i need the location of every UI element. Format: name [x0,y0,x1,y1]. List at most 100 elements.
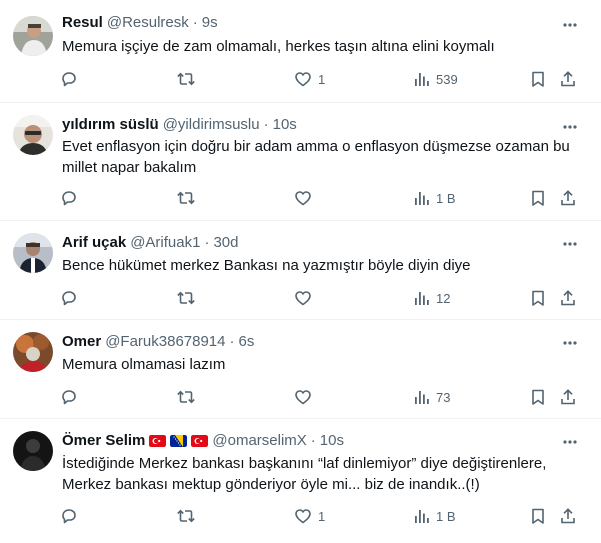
tweet-text: Bence hükümet merkez Bankası na yazmıştı… [62,255,587,276]
tweet-text: Memura olmamasi lazım [62,354,587,375]
tweet-text: Evet enflasyon için doğru bir adam amma … [62,136,587,178]
tweet-actions: 1 B [0,188,601,208]
share-icon [561,508,575,524]
tweet-item[interactable]: Arif uçak @Arifuak1 · 30d Bence hükümet … [0,221,601,320]
like-button[interactable] [294,188,318,208]
like-count: 1 [318,508,326,524]
bookmark-icon [532,508,544,524]
share-button[interactable] [559,69,577,89]
avatar[interactable] [13,16,53,56]
share-icon [561,190,575,206]
timestamp[interactable]: 10s [273,115,297,135]
more-dots-icon [563,242,577,246]
author-name[interactable]: Ömer Selim [62,431,145,451]
tweet-item[interactable]: Resul @Resulresk · 9s Memura işçiye de z… [0,0,601,103]
share-button[interactable] [559,188,577,208]
reply-button[interactable] [60,506,78,526]
retweet-button[interactable] [176,69,196,89]
tweet-text-line: Evet enflasyon için doğru bir adam amma … [62,138,570,155]
share-button[interactable] [559,288,577,308]
retweet-icon [177,291,195,305]
retweet-icon [177,191,195,205]
like-button[interactable] [294,387,318,407]
tweet-item[interactable]: Ömer Selim @omarselimX · 10s İstediğinde… [0,419,601,543]
views-button[interactable]: 73 [412,387,450,407]
heart-icon [295,191,311,206]
share-icon [561,71,575,87]
avatar-photo [13,332,53,372]
tweet-actions: 12 [0,288,601,308]
bookmark-button[interactable] [529,387,547,407]
heart-icon [295,72,311,87]
reply-icon [62,390,76,405]
view-count: 73 [436,389,451,405]
bookmark-button[interactable] [529,188,547,208]
bookmark-button[interactable] [529,288,547,308]
tweet-text: İstediğinde Merkez bankası başkanını “la… [62,453,587,495]
views-button[interactable]: 12 [412,288,450,308]
more-options-button[interactable] [560,234,580,254]
retweet-icon [177,509,195,523]
reply-button[interactable] [60,288,78,308]
tweet-text-line: Memura işçiye de zam olmamalı, herkes ta… [62,38,495,55]
views-button[interactable]: 1 B [412,506,456,526]
more-options-button[interactable] [560,15,580,35]
views-bar-chart-icon [415,73,429,86]
avatar-photo [13,16,53,56]
like-button[interactable] [294,288,318,308]
author-handle[interactable]: @yildirimsuslu [163,115,260,135]
avatar[interactable] [13,332,53,372]
views-bar-chart-icon [415,192,429,205]
reply-button[interactable] [60,387,78,407]
retweet-button[interactable] [176,288,196,308]
reply-button[interactable] [60,188,78,208]
author-name[interactable]: yıldırım süslü [62,115,159,135]
author-name[interactable]: Omer [62,332,101,352]
more-options-button[interactable] [560,432,580,452]
more-dots-icon [563,341,577,345]
separator-dot: · [204,234,210,251]
tweet-item[interactable]: yıldırım süslü @yildirimsuslu · 10s Evet… [0,103,601,221]
author-handle[interactable]: @Resulresk [107,13,189,33]
retweet-button[interactable] [176,506,196,526]
bookmark-button[interactable] [529,69,547,89]
timestamp[interactable]: 6s [239,332,255,352]
more-dots-icon [563,23,577,27]
bosnia-flag-icon [170,435,188,447]
retweet-button[interactable] [176,188,196,208]
share-button[interactable] [559,506,577,526]
like-button[interactable]: 1 [294,69,325,89]
more-dots-icon [563,440,577,444]
author-handle[interactable]: @omarselimX [212,431,306,451]
tweet-actions: 1 1 B [0,506,601,526]
author-handle[interactable]: @Faruk38678914 [105,332,225,352]
like-count: 1 [318,71,326,87]
reply-button[interactable] [60,69,78,89]
like-button[interactable]: 1 [294,506,325,526]
timestamp[interactable]: 9s [202,13,218,33]
author-name[interactable]: Arif uçak [62,233,126,253]
tweet-text-line: Merkez bankası mektup gönderiyor öyle mi… [62,476,480,493]
retweet-button[interactable] [176,387,196,407]
view-count: 1 B [436,190,456,206]
tweet-header: Resul @Resulresk · 9s [62,13,218,33]
bookmark-button[interactable] [529,506,547,526]
avatar[interactable] [13,431,53,471]
tweet-item[interactable]: Omer @Faruk38678914 · 6s Memura olmamasi… [0,320,601,419]
views-button[interactable]: 1 B [412,188,456,208]
reply-icon [62,291,76,306]
timestamp[interactable]: 30d [213,233,238,253]
author-name[interactable]: Resul [62,13,103,33]
timestamp[interactable]: 10s [320,431,344,451]
more-options-button[interactable] [560,333,580,353]
avatar-photo [13,115,53,155]
reply-icon [62,509,76,524]
share-button[interactable] [559,387,577,407]
separator-dot: · [229,333,235,350]
views-button[interactable]: 539 [412,69,458,89]
avatar-photo [13,233,53,273]
more-options-button[interactable] [560,117,580,137]
avatar[interactable] [13,115,53,155]
avatar[interactable] [13,233,53,273]
author-handle[interactable]: @Arifuak1 [130,233,200,253]
